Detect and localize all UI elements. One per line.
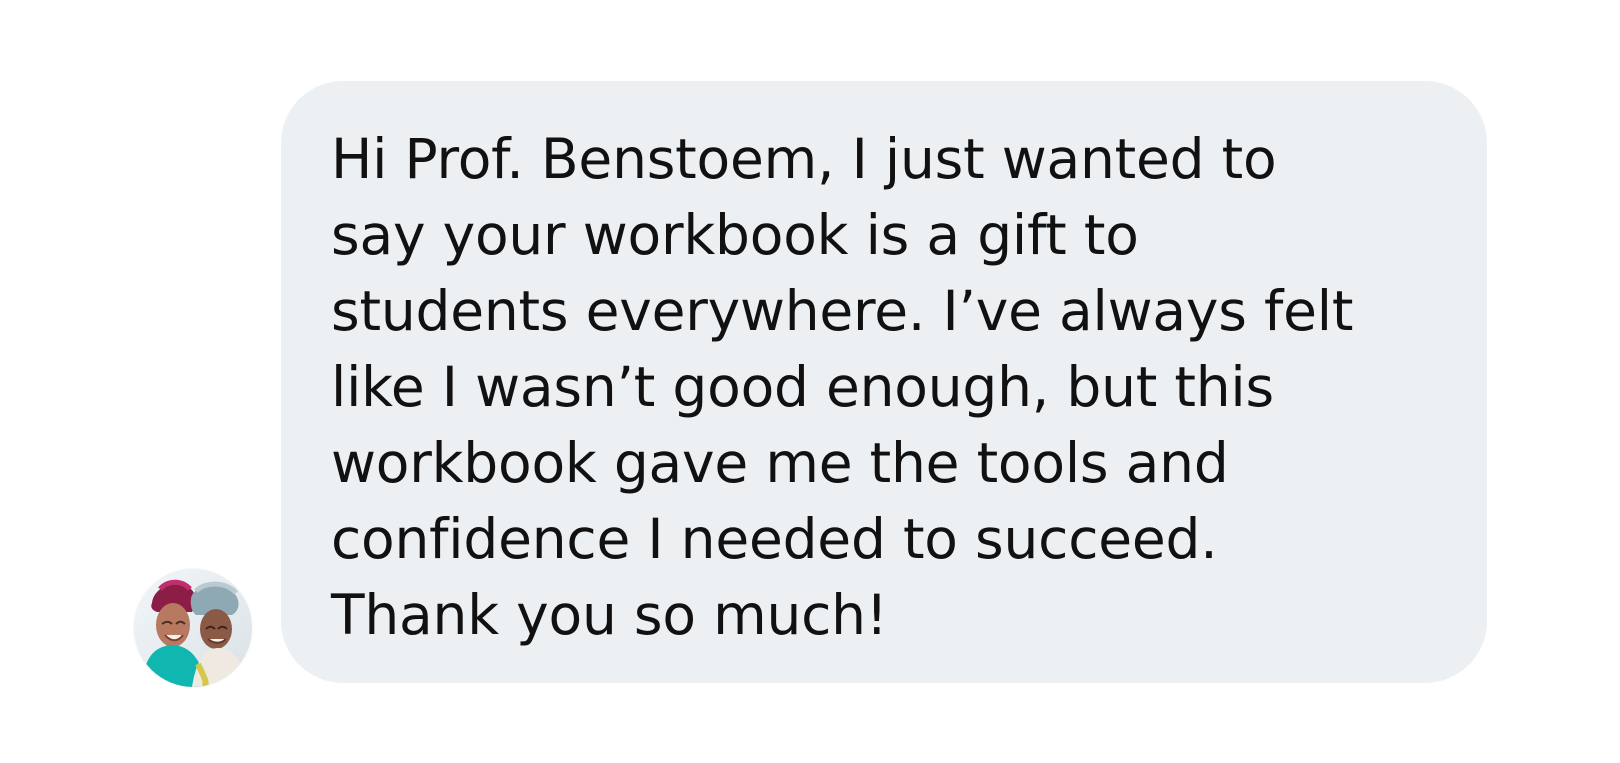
message-row: Hi Prof. Benstoem, I just wanted to say …	[0, 0, 1620, 763]
sender-avatar[interactable]	[134, 569, 252, 687]
message-text: Hi Prof. Benstoem, I just wanted to say …	[331, 127, 1354, 647]
message-bubble: Hi Prof. Benstoem, I just wanted to say …	[281, 81, 1487, 683]
two-women-photo-avatar-icon	[134, 569, 252, 687]
